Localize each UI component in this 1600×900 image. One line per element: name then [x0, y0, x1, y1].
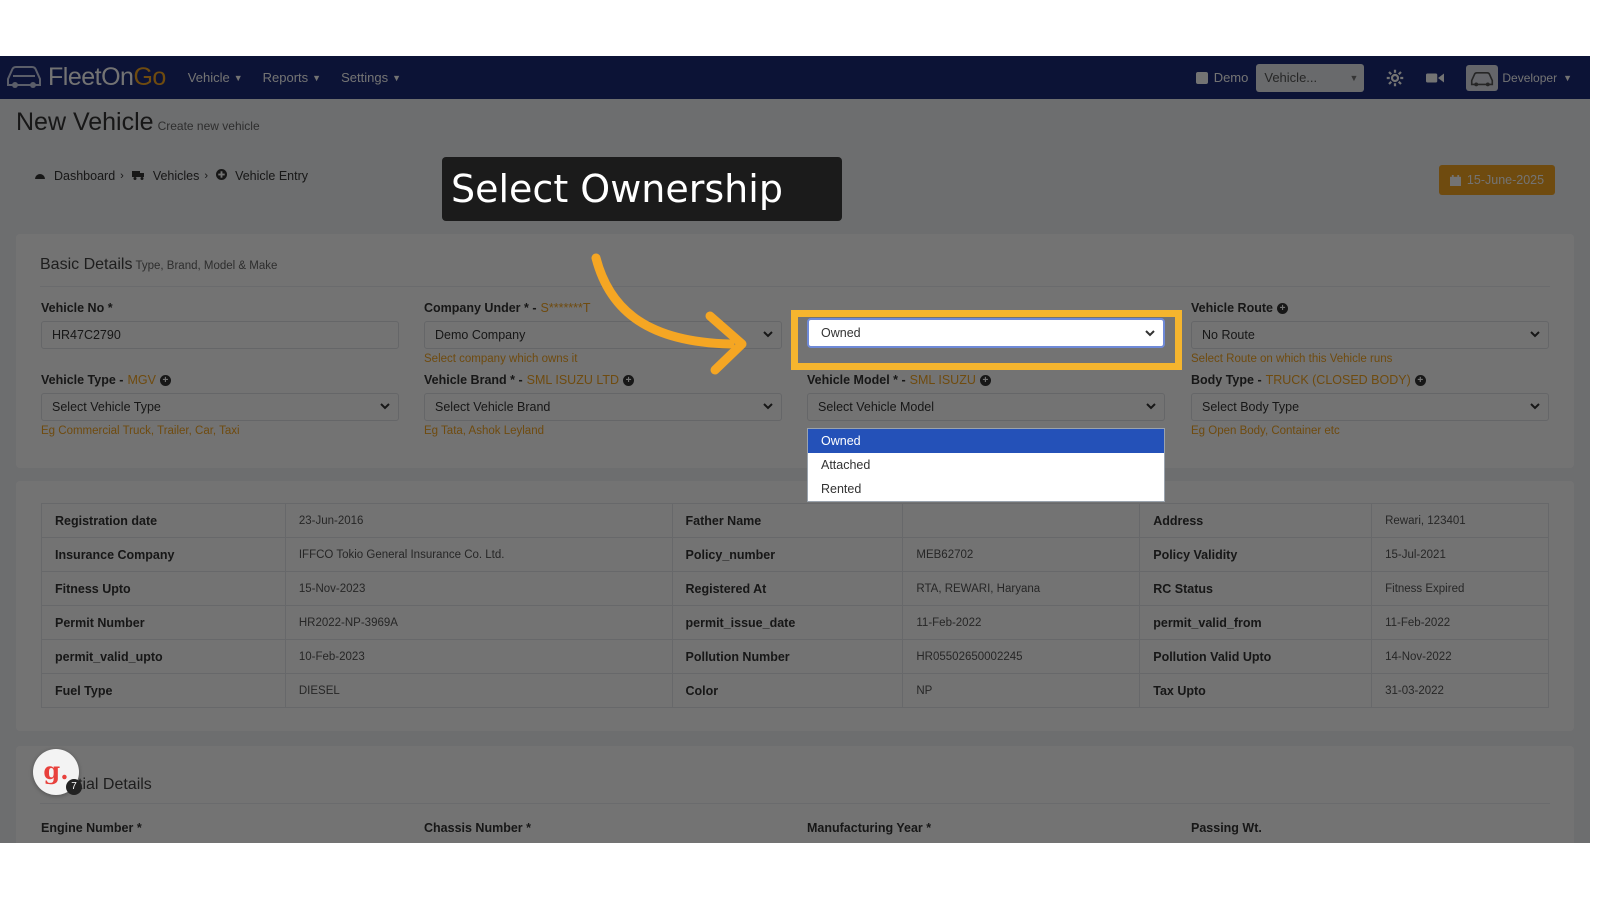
notification-count: 7 — [66, 779, 82, 795]
breadcrumb-dashboard[interactable]: Dashboard › — [34, 169, 124, 183]
add-vehicle-type-icon[interactable]: + — [159, 374, 171, 386]
ownership-dropdown: Owned Attached Rented — [807, 428, 1165, 502]
chevron-down-icon — [1145, 330, 1155, 337]
add-body-type-icon[interactable]: + — [1414, 374, 1426, 386]
chevron-down-icon — [763, 331, 773, 338]
vehicle-quick-select[interactable]: Vehicle... ▼ — [1256, 63, 1365, 92]
chevron-down-icon: ▼ — [1563, 72, 1572, 83]
chevron-down-icon — [1530, 331, 1540, 338]
chevron-down-icon — [380, 403, 390, 410]
technical-details-title: tial Details — [78, 776, 152, 793]
tutorial-callout: Select Ownership — [442, 157, 842, 221]
vehicle-no-field: Vehicle No * HR47C2790 — [41, 301, 399, 349]
body-type-select[interactable]: Select Body Type — [1191, 393, 1549, 421]
registration-details-table: Registration date 23-Jun-2016 Father Name… — [41, 503, 1549, 708]
calendar-icon — [1449, 174, 1461, 186]
vehicle-route-select[interactable]: No Route — [1191, 321, 1549, 349]
vehicle-type-field: Vehicle Type - MGV + Select Vehicle Type E… — [41, 373, 399, 439]
nav-reports[interactable]: Reports ▼ — [263, 70, 321, 85]
chassis-number-label: Chassis Number * — [424, 821, 531, 835]
vehicle-brand-field: Vehicle Brand * - SML ISUZU LTD + Select V… — [424, 373, 782, 439]
demo-label: Demo — [1213, 70, 1249, 85]
registration-details-card: Registration date 23-Jun-2016 Father Name… — [16, 481, 1574, 731]
ownership-option-attached[interactable]: Attached — [808, 453, 1164, 477]
page-subtitle: Create new vehicle — [157, 119, 260, 133]
guide-badge[interactable]: g. 7 — [33, 749, 82, 795]
vehicle-ownership-select[interactable]: Owned — [807, 318, 1165, 348]
add-route-icon[interactable]: + — [1276, 302, 1288, 314]
ownership-option-owned[interactable]: Owned — [808, 429, 1164, 453]
vehicle-type-select[interactable]: Select Vehicle Type — [41, 393, 399, 421]
gear-icon[interactable] — [1386, 69, 1404, 87]
breadcrumb-vehicle-entry[interactable]: Vehicle Entry — [216, 169, 308, 183]
chevron-down-icon — [1146, 403, 1156, 410]
logo-text: FleetOnGo — [48, 63, 166, 91]
vehicle-ownership-field: Owned — [807, 318, 1165, 348]
table-row: permit_valid_upto 10-Feb-2023 Pollution N… — [41, 639, 1549, 674]
manufacturing-year-label: Manufacturing Year * — [807, 821, 932, 835]
app-screen: FleetOnGo Vehicle ▼ Reports ▼ Settings ▼ De… — [0, 56, 1590, 843]
app-logo[interactable]: FleetOnGo — [4, 61, 166, 94]
table-row: Insurance Company IFFCO Tokio General Ins… — [41, 537, 1549, 572]
user-menu[interactable]: Developer ▼ — [1466, 64, 1572, 91]
ownership-option-rented[interactable]: Rented — [808, 477, 1164, 501]
passing-weight-label: Passing Wt. — [1191, 821, 1262, 835]
user-avatar — [1466, 64, 1499, 91]
table-row: Permit Number HR2022-NP-3969A permit_issu… — [41, 605, 1549, 640]
engine-number-label: Engine Number * — [41, 821, 142, 835]
top-navbar: FleetOnGo Vehicle ▼ Reports ▼ Settings ▼ De… — [0, 56, 1590, 99]
table-row: Fitness Upto 15-Nov-2023 Registered At RTA… — [41, 571, 1549, 606]
basic-details-card: Basic Details Type, Brand, Model & Make V… — [16, 234, 1574, 468]
plus-circle-icon — [216, 169, 228, 183]
basic-details-title: Basic Details Type, Brand, Model & Make — [40, 256, 278, 273]
tutorial-arrow-icon — [591, 253, 747, 375]
date-button[interactable]: 15-June-2025 — [1439, 165, 1555, 195]
truck-icon — [131, 169, 145, 183]
vehicle-brand-select[interactable]: Select Vehicle Brand — [424, 393, 782, 421]
nav-settings[interactable]: Settings ▼ — [341, 70, 401, 85]
chevron-down-icon — [763, 403, 773, 410]
demo-checkbox[interactable] — [1195, 71, 1208, 84]
body-type-field: Body Type - TRUCK (CLOSED BODY) + Select B… — [1191, 373, 1549, 439]
table-row: Fuel Type DIESEL Color NP Tax Upto 31-03-20… — [41, 673, 1549, 708]
car-logo-icon — [4, 61, 44, 94]
vehicle-route-field: Vehicle Route + No Route Select Route on … — [1191, 301, 1549, 367]
technical-details-card: tial Details Engine Number * Chassis Num… — [16, 746, 1574, 843]
breadcrumb: Dashboard › Vehicles › Vehicle Entry — [34, 169, 316, 183]
chevron-down-icon: ▼ — [392, 72, 401, 83]
user-name: Developer — [1502, 70, 1558, 85]
chevron-down-icon: ▼ — [1349, 72, 1359, 83]
dashboard-icon — [34, 169, 46, 183]
add-model-icon[interactable]: + — [979, 374, 991, 386]
chevron-down-icon — [1530, 403, 1540, 410]
page-title: New Vehicle Create new vehicle — [16, 108, 260, 136]
vehicle-model-field: Vehicle Model * - SML ISUZU + Select Vehic… — [807, 373, 1165, 421]
table-row: Registration date 23-Jun-2016 Father Name… — [41, 503, 1549, 538]
breadcrumb-vehicles[interactable]: Vehicles › — [131, 169, 208, 183]
video-camera-icon[interactable] — [1426, 71, 1445, 85]
vehicle-no-input[interactable]: HR47C2790 — [41, 321, 399, 349]
vehicle-model-select[interactable]: Select Vehicle Model — [807, 393, 1165, 421]
nav-vehicle[interactable]: Vehicle ▼ — [188, 70, 243, 85]
chevron-down-icon: ▼ — [312, 72, 322, 83]
chevron-down-icon: ▼ — [233, 72, 243, 83]
